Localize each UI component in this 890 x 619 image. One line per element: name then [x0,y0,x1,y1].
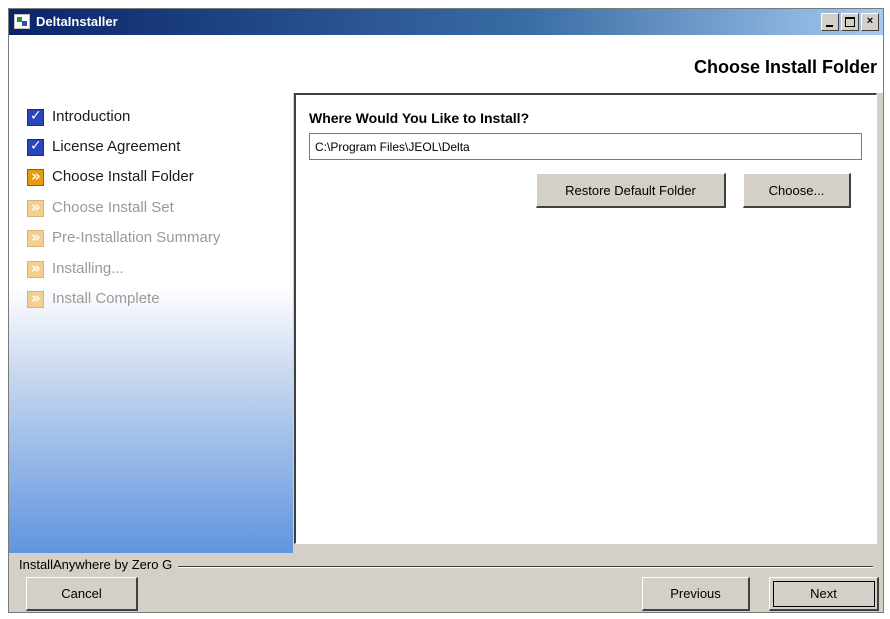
arrow-icon [27,167,44,186]
step-label: Install Complete [52,290,160,307]
step-label: Choose Install Folder [52,168,194,185]
arrow-icon [27,198,44,217]
title-bar[interactable]: DeltaInstaller × [9,9,883,35]
arrow-icon [27,228,44,247]
arrow-icon [27,289,44,308]
steps-sidebar: Introduction License Agreement Choose In… [9,93,293,553]
next-button[interactable]: Next [769,577,879,611]
installer-window: DeltaInstaller × Choose Install Folder I… [8,8,884,613]
step-label: Choose Install Set [52,199,174,216]
vendor-label: InstallAnywhere by Zero G [19,557,179,572]
install-location-question: Where Would You Like to Install? [309,110,530,126]
page-title: Choose Install Folder [693,57,877,77]
check-icon [27,138,44,156]
window-title: DeltaInstaller [36,14,118,29]
app-icon [14,14,30,29]
close-icon[interactable]: × [861,13,879,31]
maximize-icon[interactable] [841,13,859,31]
step-label: License Agreement [52,138,181,155]
step-label: Introduction [52,108,131,125]
minimize-icon[interactable] [821,13,839,31]
arrow-icon [27,259,44,278]
window-controls: × [819,13,879,31]
check-icon [27,108,44,126]
content-panel: Where Would You Like to Install? Restore… [294,93,877,544]
step-label: Installing... [52,260,124,277]
restore-default-folder-button[interactable]: Restore Default Folder [536,173,726,208]
choose-folder-button[interactable]: Choose... [743,173,851,208]
cancel-button[interactable]: Cancel [26,577,138,611]
step-label: Pre-Installation Summary [52,229,221,246]
previous-button[interactable]: Previous [642,577,750,611]
install-path-input[interactable] [309,133,862,160]
